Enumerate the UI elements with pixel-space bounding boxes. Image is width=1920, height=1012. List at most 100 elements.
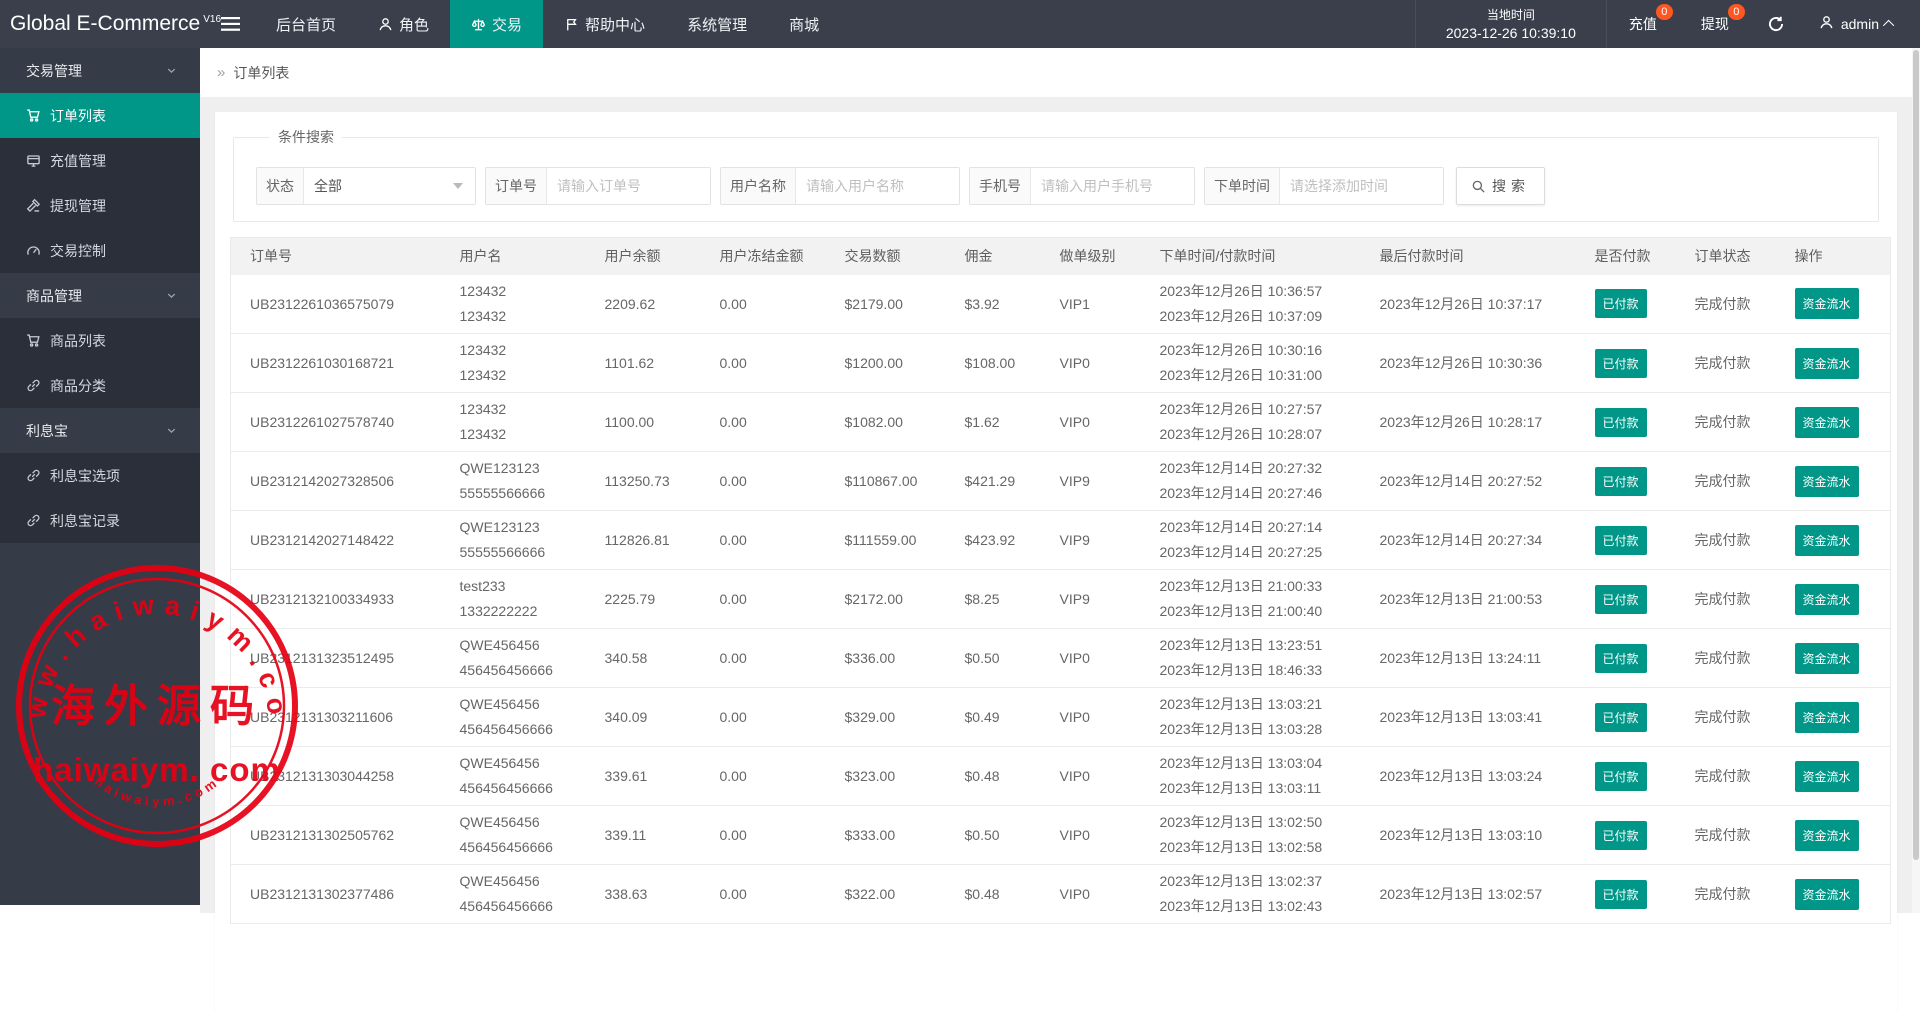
- action-cell: 资金流水: [1775, 274, 1891, 334]
- column-header: 下单时间/付款时间: [1140, 237, 1361, 275]
- balance-cell: 339.11: [585, 805, 701, 865]
- refresh-icon[interactable]: [1751, 0, 1801, 48]
- search-button[interactable]: 搜索: [1456, 167, 1545, 205]
- status-select[interactable]: 全部: [304, 168, 475, 204]
- funds-flow-button[interactable]: 资金流水: [1794, 878, 1859, 910]
- user-cell: 123432 123432: [440, 333, 586, 393]
- scrollbar-thumb[interactable]: [1913, 50, 1919, 860]
- sidebar-item[interactable]: 提现管理: [0, 183, 200, 228]
- funds-flow-button[interactable]: 资金流水: [1794, 524, 1859, 556]
- funds-flow-button[interactable]: 资金流水: [1794, 288, 1859, 320]
- action-cell: 资金流水: [1775, 864, 1891, 924]
- column-header: 订单号: [230, 237, 441, 275]
- search-field-label: 状态: [257, 168, 304, 204]
- sidebar-item[interactable]: 充值管理: [0, 138, 200, 183]
- sidebar-group[interactable]: 交易管理: [0, 48, 200, 93]
- order-no-cell: UB2312131303211606: [230, 687, 441, 747]
- order-time-cell: 2023年12月13日 13:02:50 2023年12月13日 13:02:58: [1140, 805, 1361, 865]
- action-cell: 资金流水: [1775, 569, 1891, 629]
- chevron-down-icon: [165, 424, 178, 437]
- funds-flow-button[interactable]: 资金流水: [1794, 406, 1859, 438]
- action-cell: 资金流水: [1775, 746, 1891, 806]
- admin-menu[interactable]: admin: [1801, 0, 1920, 48]
- commission-cell: $423.92: [945, 510, 1041, 570]
- recharge-button[interactable]: 充值 0: [1607, 0, 1679, 48]
- amount-cell: $110867.00: [825, 451, 946, 511]
- order-status-cell: 完成付款: [1675, 687, 1776, 747]
- table-row: UB2312131302505762 QWE456456 456456456666…: [230, 805, 1891, 865]
- sidebar-item[interactable]: 订单列表: [0, 93, 200, 138]
- paid-badge: 已付款: [1594, 761, 1647, 791]
- paid-badge: 已付款: [1594, 643, 1647, 673]
- admin-name: admin: [1840, 16, 1879, 32]
- nav-item[interactable]: 商城: [768, 0, 840, 48]
- sidebar-item[interactable]: 交易控制: [0, 228, 200, 273]
- table-row: UB2312142027148422 QWE123123 55555566666 …: [230, 510, 1891, 570]
- order-no-cell: UB2312131302505762: [230, 805, 441, 865]
- card-icon: [26, 153, 41, 168]
- order-no-cell: UB2312131303044258: [230, 746, 441, 806]
- action-cell: 资金流水: [1775, 687, 1891, 747]
- search-field-label: 下单时间: [1205, 168, 1280, 204]
- balance-cell: 112826.81: [585, 510, 701, 570]
- page-scrollbar: [1912, 48, 1920, 913]
- nav-item[interactable]: 交易: [450, 0, 544, 48]
- breadcrumb-arrow: »: [217, 64, 226, 81]
- commission-cell: $0.50: [945, 628, 1041, 688]
- nav-item[interactable]: 系统管理: [666, 0, 768, 48]
- column-header: 操作: [1775, 237, 1891, 275]
- order-time-cell: 2023年12月13日 13:02:37 2023年12月13日 13:02:43: [1140, 864, 1361, 924]
- funds-flow-button[interactable]: 资金流水: [1794, 583, 1859, 615]
- amount-cell: $322.00: [825, 864, 946, 924]
- last-pay-time-cell: 2023年12月13日 13:03:24: [1360, 746, 1576, 806]
- balance-cell: 339.61: [585, 746, 701, 806]
- level-cell: VIP9: [1040, 510, 1141, 570]
- funds-flow-button[interactable]: 资金流水: [1794, 347, 1859, 379]
- paid-badge: 已付款: [1594, 466, 1647, 496]
- frozen-cell: 0.00: [700, 628, 826, 688]
- column-header: 交易数额: [825, 237, 946, 275]
- column-header: 用户名: [440, 237, 586, 275]
- amount-cell: $111559.00: [825, 510, 946, 570]
- funds-flow-button[interactable]: 资金流水: [1794, 642, 1859, 674]
- search-legend: 条件搜索: [278, 129, 334, 145]
- sidebar-item[interactable]: 利息宝选项: [0, 453, 200, 498]
- last-pay-time-cell: 2023年12月13日 13:02:57: [1360, 864, 1576, 924]
- order-time-cell: 2023年12月13日 13:03:04 2023年12月13日 13:03:11: [1140, 746, 1361, 806]
- sidebar-group[interactable]: 商品管理: [0, 273, 200, 318]
- nav-item[interactable]: 后台首页: [255, 0, 357, 48]
- action-cell: 资金流水: [1775, 805, 1891, 865]
- search-input[interactable]: [547, 168, 710, 204]
- scales-icon: [471, 17, 486, 32]
- paid-badge: 已付款: [1594, 289, 1647, 319]
- sidebar-item[interactable]: 商品分类: [0, 363, 200, 408]
- funds-flow-button[interactable]: 资金流水: [1794, 819, 1859, 851]
- search-input[interactable]: [796, 168, 959, 204]
- sidebar-item[interactable]: 商品列表: [0, 318, 200, 363]
- nav-item[interactable]: 角色: [357, 0, 450, 48]
- search-fieldset: 条件搜索 状态 全部 订单号 用户名称 手机号 下单时间 搜索: [233, 127, 1879, 222]
- commission-cell: $1.62: [945, 392, 1041, 452]
- amount-cell: $1200.00: [825, 333, 946, 393]
- nav-item[interactable]: 帮助中心: [543, 0, 666, 48]
- breadcrumb: » 订单列表: [200, 48, 1912, 97]
- amount-cell: $336.00: [825, 628, 946, 688]
- table-header-row: 订单号 用户名 用户余额 用户冻结金额 交易数额 佣金 做单级别 下单时间/付款时间 最后付款时…: [230, 237, 1891, 275]
- level-cell: VIP0: [1040, 805, 1141, 865]
- search-input[interactable]: [1031, 168, 1194, 204]
- pay-status-cell: 已付款: [1575, 274, 1676, 334]
- balance-cell: 2209.62: [585, 274, 701, 334]
- order-status-cell: 完成付款: [1675, 628, 1776, 688]
- funds-flow-button[interactable]: 资金流水: [1794, 701, 1859, 733]
- sidebar-item[interactable]: 利息宝记录: [0, 498, 200, 543]
- funds-flow-button[interactable]: 资金流水: [1794, 465, 1859, 497]
- level-cell: VIP9: [1040, 451, 1141, 511]
- withdraw-button[interactable]: 提现 0: [1679, 0, 1751, 48]
- orders-card: 条件搜索 状态 全部 订单号 用户名称 手机号 下单时间 搜索: [215, 112, 1897, 1012]
- level-cell: VIP0: [1040, 746, 1141, 806]
- amount-cell: $323.00: [825, 746, 946, 806]
- sidebar-group[interactable]: 利息宝: [0, 408, 200, 453]
- funds-flow-button[interactable]: 资金流水: [1794, 760, 1859, 792]
- hamburger-menu-icon[interactable]: [205, 0, 255, 48]
- search-input[interactable]: [1280, 168, 1443, 204]
